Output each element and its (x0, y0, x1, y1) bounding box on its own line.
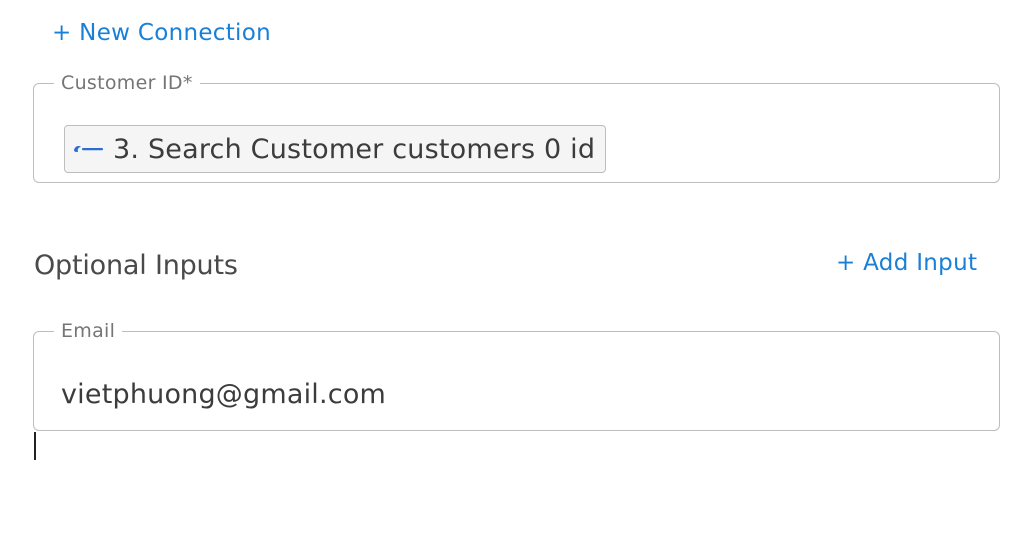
form-page: + New Connection Customer ID* 3. Search … (0, 0, 1034, 535)
email-label: Email (61, 320, 116, 342)
customer-id-label: Customer ID* (61, 72, 193, 94)
email-input[interactable] (61, 379, 961, 410)
optional-inputs-heading: Optional Inputs (34, 250, 238, 281)
text-cursor (34, 432, 36, 460)
customer-id-token-chip[interactable]: 3. Search Customer customers 0 id (64, 125, 607, 173)
customer-id-chip-text: 3. Search Customer customers 0 id (113, 133, 596, 165)
app-logo-icon (73, 143, 105, 155)
customer-id-field: Customer ID* 3. Search Customer customer… (33, 73, 1000, 183)
add-input-link[interactable]: + Add Input (836, 250, 977, 276)
new-connection-link[interactable]: + New Connection (52, 20, 271, 46)
email-field: Email (33, 321, 1000, 431)
